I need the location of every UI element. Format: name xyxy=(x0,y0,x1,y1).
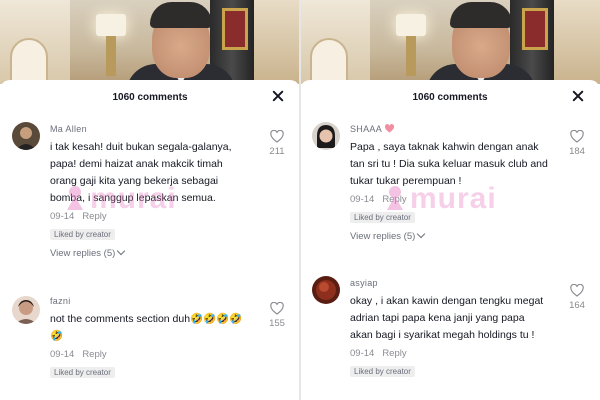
comment-text: i tak kesah! duit bukan segala-galanya, … xyxy=(50,141,232,204)
video-background xyxy=(0,0,300,84)
heart-outline-icon xyxy=(570,130,584,143)
liked-by-creator-badge: Liked by creator xyxy=(350,366,415,377)
comment-username-text: SHAAA xyxy=(350,124,383,134)
view-replies-label: View replies (5) xyxy=(50,248,116,259)
reply-button[interactable]: Reply xyxy=(82,349,106,360)
comment-text: Papa , saya taknak kahwin dengan anak ta… xyxy=(350,141,548,187)
reply-button[interactable]: Reply xyxy=(382,348,406,359)
comment-username[interactable]: fazni xyxy=(50,294,250,308)
video-background xyxy=(300,0,600,84)
comment-date: 09-14 xyxy=(350,348,375,359)
avatar[interactable] xyxy=(312,122,340,150)
comments-count: 1060 comments xyxy=(412,92,488,103)
like-button[interactable]: 164 xyxy=(564,284,590,311)
avatar[interactable] xyxy=(12,296,40,324)
comment-meta: 09-14 Reply xyxy=(350,347,550,361)
chevron-down-icon xyxy=(417,229,426,239)
comments-sheet: 1060 comments SHAAA Papa , saya taknak k… xyxy=(300,80,600,400)
view-replies-button[interactable]: View replies (5) xyxy=(50,246,250,259)
comments-count: 1060 comments xyxy=(112,92,188,103)
heart-outline-icon xyxy=(570,284,584,297)
avatar[interactable] xyxy=(12,122,40,150)
like-button[interactable]: 155 xyxy=(264,302,290,329)
comment-username[interactable]: SHAAA xyxy=(350,122,550,136)
comment-meta: 09-14 Reply xyxy=(50,210,250,224)
reply-button[interactable]: Reply xyxy=(382,194,406,205)
chevron-down-icon xyxy=(117,246,126,256)
like-count: 155 xyxy=(269,318,285,329)
like-count: 184 xyxy=(569,146,585,157)
left-screenshot-panel: 1060 comments Ma Allen i tak kesah! duit… xyxy=(0,0,300,400)
liked-by-creator-badge: Liked by creator xyxy=(50,367,115,378)
comment-meta: 09-14 Reply xyxy=(350,193,550,207)
like-count: 211 xyxy=(269,146,285,157)
comment-text: okay , i akan kawin dengan tengku megat … xyxy=(350,295,544,341)
heart-outline-icon xyxy=(270,302,284,315)
comment-text: not the comments section duh🤣🤣🤣🤣🤣 xyxy=(50,313,243,342)
comment-username[interactable]: Ma Allen xyxy=(50,122,250,136)
view-replies-label: View replies (5) xyxy=(350,231,416,242)
liked-by-creator-badge: Liked by creator xyxy=(350,212,415,223)
like-button[interactable]: 211 xyxy=(264,130,290,157)
reply-button[interactable]: Reply xyxy=(82,211,106,222)
comments-header: 1060 comments xyxy=(0,80,300,114)
view-replies-button[interactable]: View replies (5) xyxy=(350,229,550,242)
comments-header: 1060 comments xyxy=(300,80,600,114)
right-screenshot-panel: 1060 comments SHAAA Papa , saya taknak k… xyxy=(300,0,600,400)
liked-by-creator-badge: Liked by creator xyxy=(50,229,115,240)
comment-date: 09-14 xyxy=(350,194,375,205)
avatar[interactable] xyxy=(312,276,340,304)
comment-date: 09-14 xyxy=(50,349,75,360)
comments-sheet: 1060 comments Ma Allen i tak kesah! duit… xyxy=(0,80,300,400)
heart-outline-icon xyxy=(270,130,284,143)
comment-username[interactable]: asyiap xyxy=(350,276,550,290)
like-button[interactable]: 184 xyxy=(564,130,590,157)
panel-divider xyxy=(299,0,301,400)
comment-meta: 09-14 Reply xyxy=(50,348,250,362)
like-count: 164 xyxy=(569,300,585,311)
comment-date: 09-14 xyxy=(50,211,75,222)
heart-icon xyxy=(384,124,395,133)
close-icon[interactable] xyxy=(570,89,586,105)
close-icon[interactable] xyxy=(270,89,286,105)
